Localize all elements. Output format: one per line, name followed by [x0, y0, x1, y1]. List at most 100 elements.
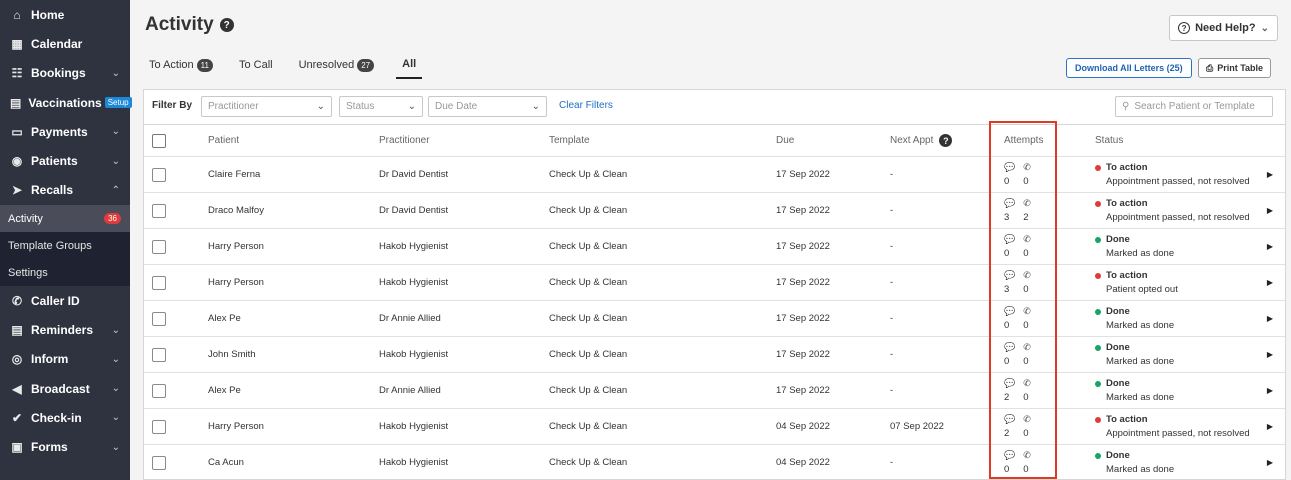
sidebar-subitem-settings[interactable]: Settings	[0, 259, 130, 287]
status-dot	[1095, 236, 1101, 243]
row-checkbox[interactable]	[152, 347, 166, 362]
due-cell: 17 Sep 2022	[776, 277, 830, 288]
row-expand-arrow-icon[interactable]: ▶	[1267, 350, 1273, 359]
row-expand-arrow-icon[interactable]: ▶	[1267, 242, 1273, 251]
print-table-button[interactable]: ⎙ Print Table	[1198, 58, 1272, 78]
row-expand-arrow-icon[interactable]: ▶	[1267, 278, 1273, 287]
tab-all[interactable]: All	[396, 58, 423, 79]
row-expand-arrow-icon[interactable]: ▶	[1267, 422, 1273, 431]
call-attempts: 0	[1023, 392, 1029, 403]
row-expand-arrow-icon[interactable]: ▶	[1267, 314, 1273, 323]
sidebar-item-label: Bookings	[31, 66, 86, 81]
table-row[interactable]: Harry Person Hakob Hygienist Check Up & Cl…	[144, 265, 1285, 301]
table-row[interactable]: Draco Malfoy Dr David Dentist Check Up & C…	[144, 193, 1285, 229]
table-row[interactable]: John Smith Hakob Hygienist Check Up & Clea…	[144, 337, 1285, 373]
table-row[interactable]: Ca Acun Hakob Hygienist Check Up & Clean 04…	[144, 445, 1285, 480]
sidebar-item-calendar[interactable]: ▦ Calendar	[0, 29, 130, 58]
tab-to-call[interactable]: To Call	[235, 58, 277, 79]
phone-icon: ✆	[11, 293, 23, 308]
header-practitioner[interactable]: Practitioner	[379, 125, 430, 156]
select-all-cell	[152, 125, 166, 156]
next-appt-help-icon[interactable]: ?	[939, 134, 953, 147]
status-detail: Marked as done	[1106, 248, 1175, 259]
row-checkbox[interactable]	[152, 167, 166, 182]
row-checkbox[interactable]	[152, 419, 166, 434]
status-detail: Patient opted out	[1106, 284, 1178, 295]
status-label: To action	[1106, 270, 1148, 281]
table-row[interactable]: Harry Person Hakob Hygienist Check Up & Cl…	[144, 409, 1285, 445]
clear-filters-link[interactable]: Clear Filters	[559, 100, 613, 111]
header-status[interactable]: Status	[1095, 125, 1123, 156]
attempts-cell: 💬 ✆ 0 0	[1004, 337, 1031, 372]
sidebar-item-patients[interactable]: ◉ Patients ⌄	[0, 146, 130, 175]
message-icon: 💬	[1004, 378, 1016, 388]
template-cell: Check Up & Clean	[549, 169, 628, 180]
sidebar-item-check-in[interactable]: ✔ Check-in ⌄	[0, 403, 130, 432]
need-help-button[interactable]: ? Need Help? ⌄	[1169, 15, 1278, 41]
next-appt-cell: -	[890, 457, 894, 468]
header-next-appt[interactable]: Next Appt ?	[890, 125, 953, 156]
patient-cell: Alex Pe	[208, 385, 241, 396]
status-label: Done	[1106, 342, 1130, 353]
sidebar-item-payments[interactable]: ▭ Payments ⌄	[0, 117, 130, 146]
sidebar-item-reminders[interactable]: ▤ Reminders ⌄	[0, 315, 130, 344]
question-circle-icon: ?	[1178, 22, 1191, 34]
table-row[interactable]: Harry Person Hakob Hygienist Check Up & Cl…	[144, 229, 1285, 265]
sms-attempts: 3	[1004, 212, 1010, 223]
sidebar-item-forms[interactable]: ▣ Forms ⌄	[0, 433, 130, 462]
sidebar-item-inform[interactable]: ◎ Inform ⌄	[0, 345, 130, 374]
table-row[interactable]: Claire Ferna Dr David Dentist Check Up & C…	[144, 157, 1285, 193]
row-checkbox[interactable]	[152, 275, 166, 290]
due-date-select[interactable]: Due Date ⌄	[428, 96, 547, 117]
row-checkbox[interactable]	[152, 311, 166, 326]
sidebar-item-broadcast[interactable]: ◀ Broadcast ⌄	[0, 374, 130, 403]
activity-table-panel: Filter By Practitioner ⌄ Status ⌄ Due Da…	[143, 89, 1286, 480]
sidebar-subitem-template-groups[interactable]: Template Groups	[0, 232, 130, 260]
header-due[interactable]: Due	[776, 125, 794, 156]
header-template[interactable]: Template	[549, 125, 590, 156]
message-icon: 💬	[1004, 450, 1016, 460]
table-row[interactable]: Alex Pe Dr Annie Allied Check Up & Clean 17…	[144, 373, 1285, 409]
attempts-cell: 💬 ✆ 0 0	[1004, 157, 1031, 192]
search-input[interactable]: ⚲ Search Patient or Template	[1115, 96, 1273, 117]
sidebar-item-label: Calendar	[31, 36, 83, 51]
header-patient[interactable]: Patient	[208, 125, 239, 156]
sidebar-item-caller-id[interactable]: ✆ Caller ID	[0, 286, 130, 315]
select-all-checkbox[interactable]	[152, 133, 166, 148]
sidebar-item-recalls[interactable]: ➤ Recalls ⌃	[0, 176, 130, 205]
call-attempts: 0	[1023, 464, 1029, 475]
sidebar-subitem-activity[interactable]: Activity 36	[0, 205, 130, 233]
message-icon: 💬	[1004, 198, 1016, 208]
phone-icon: ✆	[1023, 378, 1031, 388]
row-expand-arrow-icon[interactable]: ▶	[1267, 386, 1273, 395]
sidebar-item-vaccinations[interactable]: ▤ Vaccinations Setup	[0, 88, 132, 117]
sidebar-item-home[interactable]: ⌂ Home	[0, 0, 130, 29]
practitioner-select[interactable]: Practitioner ⌄	[201, 96, 332, 117]
table-row[interactable]: Alex Pe Dr Annie Allied Check Up & Clean 17…	[144, 301, 1285, 337]
due-cell: 04 Sep 2022	[776, 457, 830, 468]
phone-icon: ✆	[1023, 342, 1031, 352]
help-question-icon[interactable]: ?	[219, 18, 234, 32]
row-expand-arrow-icon[interactable]: ▶	[1267, 170, 1273, 179]
row-checkbox[interactable]	[152, 203, 166, 218]
chevron-icon: ⌄	[111, 324, 120, 336]
chevron-icon: ⌄	[111, 155, 120, 167]
row-expand-arrow-icon[interactable]: ▶	[1267, 458, 1273, 467]
attempts-cell: 💬 ✆ 3 2	[1004, 193, 1031, 228]
row-checkbox[interactable]	[152, 455, 166, 470]
tab-to-action[interactable]: To Action 11	[145, 58, 217, 79]
attempts-cell: 💬 ✆ 0 0	[1004, 229, 1031, 264]
row-checkbox[interactable]	[152, 383, 166, 398]
download-letters-button[interactable]: Download All Letters (25)	[1066, 58, 1192, 78]
sidebar-item-label: Payments	[31, 124, 88, 139]
tab-count-badge: 27	[357, 58, 375, 72]
status-cell: To action Appointment passed, not resolve…	[1095, 193, 1250, 228]
tab-unresolved[interactable]: Unresolved 27	[295, 58, 379, 79]
status-select[interactable]: Status ⌄	[339, 96, 423, 117]
header-attempts[interactable]: Attempts	[1004, 125, 1043, 156]
sidebar-item-bookings[interactable]: ☷ Bookings ⌄	[0, 59, 130, 88]
row-expand-arrow-icon[interactable]: ▶	[1267, 206, 1273, 215]
row-checkbox[interactable]	[152, 239, 166, 254]
phone-icon: ✆	[1023, 198, 1031, 208]
next-appt-cell: -	[890, 349, 894, 360]
